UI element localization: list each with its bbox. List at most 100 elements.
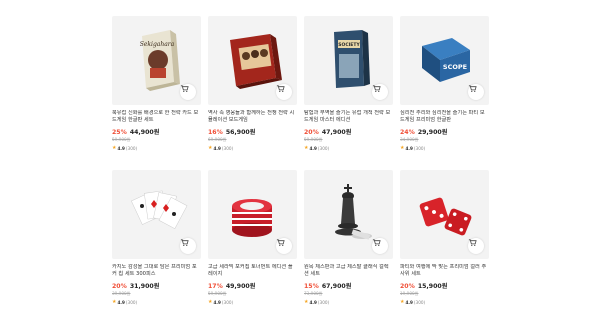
rating: ★ 4.9 (300) <box>400 145 489 151</box>
cart-icon <box>180 239 189 247</box>
original-price: 69,900원 <box>208 137 227 142</box>
rating-score: 4.9 <box>309 145 317 151</box>
product-card[interactable]: SOCIETY 탐험과 무역을 즐기는 유럽 개척 전략 보드게임 마스터 에디… <box>304 16 393 153</box>
product-image-playing-cards[interactable] <box>112 170 201 259</box>
cart-icon <box>180 85 189 93</box>
sale-price: 29,900원 <box>417 129 448 136</box>
price-row: 15% 67,900원 <box>304 281 393 290</box>
review-count: (300) <box>221 299 234 305</box>
product-title[interactable]: 고급 세라믹 포커칩 토너먼트 에디션 플레이지 <box>208 264 297 278</box>
cart-icon <box>276 239 285 247</box>
product-card[interactable]: 역사 속 영웅들과 함께하는 전쟁 전략 시뮬레이션 보드게임 16% 56,90… <box>208 16 297 153</box>
box-title-text: SOCIETY <box>338 42 360 48</box>
rating: ★ 4.9 (300) <box>112 145 201 151</box>
product-image-box-game[interactable] <box>208 16 297 105</box>
product-title[interactable]: 파티와 여행에 딱 맞는 프리미엄 컬러 주사위 세트 <box>400 264 489 278</box>
review-count: (300) <box>317 299 330 305</box>
sale-price: 15,900원 <box>417 283 448 290</box>
review-count: (300) <box>413 145 426 151</box>
review-count: (300) <box>317 145 330 151</box>
star-icon: ★ <box>304 299 309 305</box>
product-title[interactable]: 심리전 추리와 심리전을 즐기는 파티 보드게임 프리미엄 한글판 <box>400 110 489 124</box>
rating: ★ 4.9 (300) <box>208 145 297 151</box>
original-price: 19,900원 <box>400 291 419 296</box>
price-row: 25% 44,900원 <box>112 127 201 136</box>
product-card[interactable]: 고급 세라믹 포커칩 토너먼트 에디션 플레이지 17% 49,900원 59,9… <box>208 170 297 307</box>
star-icon: ★ <box>112 145 117 151</box>
rating-score: 4.9 <box>117 299 125 305</box>
cart-icon <box>372 85 381 93</box>
add-to-cart-button[interactable] <box>468 84 484 100</box>
add-to-cart-button[interactable] <box>180 238 196 254</box>
product-image-box-game[interactable]: SCOPE <box>400 16 489 105</box>
original-price: 39,900원 <box>112 291 131 296</box>
product-card[interactable]: 파티와 여행에 딱 맞는 프리미엄 컬러 주사위 세트 20% 15,900원 1… <box>400 170 489 307</box>
product-image-poker-chips[interactable] <box>208 170 297 259</box>
add-to-cart-button[interactable] <box>276 238 292 254</box>
cart-icon <box>372 239 381 247</box>
star-icon: ★ <box>304 145 309 151</box>
star-icon: ★ <box>208 299 213 305</box>
rating-score: 4.9 <box>405 145 413 151</box>
sale-price: 56,900원 <box>225 129 256 136</box>
product-title[interactable]: 북유럽 신화를 배경으로 한 전략 카드 보드게임 한글판 세트 <box>112 110 201 124</box>
add-to-cart-button[interactable] <box>372 84 388 100</box>
product-title[interactable]: 원목 체스판과 고급 체스말 클래식 컬렉션 세트 <box>304 264 393 278</box>
product-title[interactable]: 카지노 감성을 그대로 담은 프리미엄 포커 칩 세트 300피스 <box>112 264 201 278</box>
star-icon: ★ <box>112 299 117 305</box>
price-row: 16% 56,900원 <box>208 127 297 136</box>
original-price: 59,900원 <box>208 291 227 296</box>
add-to-cart-button[interactable] <box>372 238 388 254</box>
sale-price: 44,900원 <box>129 129 160 136</box>
rating: ★ 4.9 (300) <box>112 299 201 305</box>
box-title-text: SCOPE <box>443 63 467 71</box>
cart-icon <box>468 85 477 93</box>
rating-score: 4.9 <box>213 299 221 305</box>
star-icon: ★ <box>400 299 405 305</box>
product-image-box-game[interactable]: SOCIETY <box>304 16 393 105</box>
rating-score: 4.9 <box>309 299 317 305</box>
discount-rate: 24% <box>400 129 415 136</box>
discount-rate: 20% <box>112 283 127 290</box>
review-count: (300) <box>125 145 138 151</box>
rating-score: 4.9 <box>405 299 413 305</box>
rating-score: 4.9 <box>213 145 221 151</box>
sale-price: 31,900원 <box>129 283 160 290</box>
discount-rate: 20% <box>304 129 319 136</box>
product-image-dice[interactable] <box>400 170 489 259</box>
sale-price: 67,900원 <box>321 283 352 290</box>
review-count: (300) <box>125 299 138 305</box>
add-to-cart-button[interactable] <box>468 238 484 254</box>
original-price: 59,900원 <box>304 137 323 142</box>
box-title-text: Sekigahara <box>140 41 175 48</box>
product-card[interactable]: SCOPE 심리전 추리와 심리전을 즐기는 파티 보드게임 프리미엄 한글판 … <box>400 16 489 153</box>
sale-price: 49,900원 <box>225 283 256 290</box>
original-price: 73,900원 <box>304 291 323 296</box>
product-card[interactable]: 카지노 감성을 그대로 담은 프리미엄 포커 칩 세트 300피스 20% 31,… <box>112 170 201 307</box>
product-title[interactable]: 탐험과 무역을 즐기는 유럽 개척 전략 보드게임 마스터 에디션 <box>304 110 393 124</box>
price-row: 24% 29,900원 <box>400 127 489 136</box>
rating-score: 4.9 <box>117 145 125 151</box>
product-image-chess-king[interactable] <box>304 170 393 259</box>
rating: ★ 4.9 (300) <box>304 299 393 305</box>
review-count: (300) <box>413 299 426 305</box>
rating: ★ 4.9 (300) <box>400 299 489 305</box>
product-grid: Sekigahara 북유럽 신화를 배경으로 한 전략 카드 보드게임 한글판… <box>112 16 490 307</box>
star-icon: ★ <box>208 145 213 151</box>
product-title[interactable]: 역사 속 영웅들과 함께하는 전쟁 전략 시뮬레이션 보드게임 <box>208 110 297 124</box>
product-card[interactable]: Sekigahara 북유럽 신화를 배경으로 한 전략 카드 보드게임 한글판… <box>112 16 201 153</box>
discount-rate: 17% <box>208 283 223 290</box>
product-image-box-game[interactable]: Sekigahara <box>112 16 201 105</box>
price-row: 17% 49,900원 <box>208 281 297 290</box>
product-card[interactable]: 원목 체스판과 고급 체스말 클래식 컬렉션 세트 15% 67,900원 73,… <box>304 170 393 307</box>
cart-icon <box>468 239 477 247</box>
price-row: 20% 31,900원 <box>112 281 201 290</box>
review-count: (300) <box>221 145 234 151</box>
original-price: 34,900원 <box>400 137 419 142</box>
add-to-cart-button[interactable] <box>180 84 196 100</box>
rating: ★ 4.9 (300) <box>208 299 297 305</box>
sale-price: 47,900원 <box>321 129 352 136</box>
discount-rate: 16% <box>208 129 223 136</box>
add-to-cart-button[interactable] <box>276 84 292 100</box>
price-row: 20% 47,900원 <box>304 127 393 136</box>
